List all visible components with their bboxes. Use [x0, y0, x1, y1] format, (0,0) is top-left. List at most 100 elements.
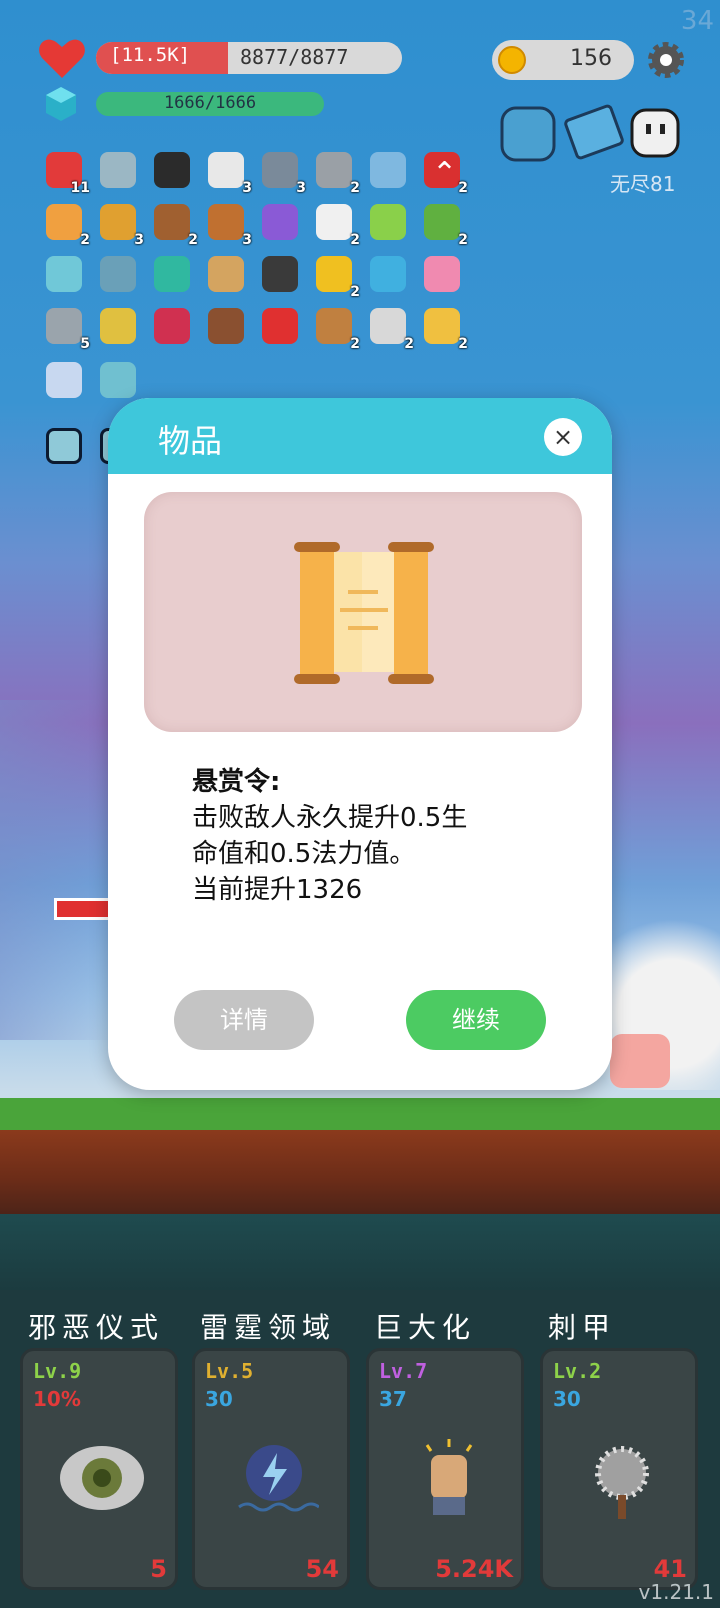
inventory-slot[interactable]: 2	[312, 148, 360, 196]
inventory-slot[interactable]	[42, 252, 86, 296]
scene-background	[0, 700, 120, 1040]
eye-icon	[57, 1433, 147, 1523]
skill-stat: 37	[379, 1387, 407, 1411]
skill-level: Lv.9	[33, 1359, 82, 1383]
item-desc-line: 命值和0.5法力值。	[192, 839, 416, 869]
item-count: 3	[134, 232, 144, 248]
inventory-slot[interactable]	[258, 304, 302, 348]
capsule-icon	[46, 362, 82, 398]
dagger-icon	[262, 152, 298, 188]
continue-button[interactable]: 继续	[406, 990, 546, 1050]
meteor-icon	[370, 308, 406, 344]
inventory-slot[interactable]	[96, 148, 140, 192]
inventory-slot[interactable]	[96, 252, 140, 296]
inventory-slot[interactable]: 2	[312, 304, 360, 352]
item-dialog: 物品 × 悬赏令: 击败敌人永久提升0.5生 命值和0.5法力值。 当前提升13…	[108, 398, 612, 1090]
inventory-slot[interactable]	[96, 304, 140, 348]
inventory-slot[interactable]	[258, 200, 302, 244]
book-icon	[100, 204, 136, 240]
hp-value: 8877/8877	[240, 45, 349, 69]
item-count: 2	[350, 336, 360, 352]
skill-card[interactable]: Lv.7 37 5.24K	[366, 1348, 524, 1590]
item-count: 2	[350, 232, 360, 248]
lightning-gear-icon	[229, 1433, 320, 1523]
knife-icon	[46, 308, 82, 344]
inventory-slot[interactable]: 5	[42, 304, 90, 352]
inventory-slot[interactable]: 2	[312, 200, 360, 248]
inventory-slot[interactable]: 2	[312, 252, 360, 300]
item-count: 2	[350, 284, 360, 300]
sunflower-icon	[316, 256, 352, 292]
wand-icon	[46, 256, 82, 292]
version-label: v1.21.1	[638, 1580, 714, 1604]
jam-jar-icon	[154, 308, 190, 344]
inventory-slot[interactable]	[150, 148, 194, 192]
inventory-slot[interactable]: 2	[420, 304, 468, 352]
bounty-scroll-icon	[294, 542, 434, 684]
inventory-slot[interactable]	[366, 148, 410, 192]
bow-icon	[316, 308, 352, 344]
inventory-slot[interactable]: 3	[204, 148, 252, 196]
inventory-slot[interactable]	[366, 200, 410, 244]
red-potion-icon	[262, 308, 298, 344]
skill-stat: 10%	[33, 1387, 81, 1411]
item-count: 2	[80, 232, 90, 248]
skill-level: Lv.7	[379, 1359, 428, 1383]
inventory-slot[interactable]	[42, 424, 86, 468]
pink-enemy	[610, 1034, 670, 1088]
gear-icon[interactable]	[646, 40, 686, 80]
heart-icon	[39, 39, 85, 78]
inventory-slot[interactable]: 2	[150, 200, 198, 248]
mp-bar: 1666/1666	[96, 92, 324, 116]
item-count: 2	[350, 180, 360, 196]
ice-cream-icon	[424, 256, 460, 292]
paper-scroll-icon	[100, 362, 136, 398]
spiked-mace-icon	[577, 1433, 667, 1523]
gold-value: 156	[570, 46, 612, 71]
inventory-slot[interactable]	[204, 252, 248, 296]
endless-level-label: 无尽81	[610, 172, 676, 196]
inventory-slot[interactable]	[96, 358, 140, 402]
inventory-slot[interactable]: 2	[420, 200, 468, 248]
dialog-title: 物品	[158, 422, 223, 460]
player-hp-bar	[54, 898, 114, 920]
item-count: 3	[296, 180, 306, 196]
inventory-slot[interactable]	[420, 252, 464, 296]
mystery-box-icon	[262, 204, 298, 240]
boss-portraits[interactable]	[500, 104, 686, 164]
skill-card[interactable]: Lv.2 30 41	[540, 1348, 698, 1590]
inventory-slot[interactable]	[204, 304, 248, 348]
flower-icon	[316, 204, 352, 240]
id-card-icon	[370, 152, 406, 188]
inventory-slot[interactable]	[366, 252, 410, 296]
inventory-slot[interactable]	[150, 252, 194, 296]
inventory-slot[interactable]: 3	[204, 200, 252, 248]
inventory-slot[interactable]: 3	[96, 200, 144, 248]
axe-icon	[316, 152, 352, 188]
inventory-slot[interactable]	[42, 358, 86, 402]
item-count: 2	[404, 336, 414, 352]
item-bonus-line: 当前提升1326	[192, 875, 363, 905]
close-button[interactable]: ×	[544, 418, 582, 456]
inventory-slot[interactable]	[150, 304, 194, 348]
skill-level: Lv.2	[553, 1359, 602, 1383]
chat-bubble-icon	[370, 256, 406, 292]
dialog-header: 物品 ×	[108, 398, 612, 474]
hp-bar: [11.5K] 8877/8877	[96, 42, 402, 74]
chevron-up-icon[interactable]: ⌃	[432, 156, 457, 191]
item-count: 11	[70, 180, 90, 196]
inventory-slot[interactable]: 2	[366, 304, 414, 352]
inventory-slot[interactable]: 11	[42, 148, 90, 196]
skill-cost: 41	[653, 1555, 687, 1583]
gold-counter: 156	[492, 40, 634, 80]
skill-card[interactable]: Lv.5 30 54	[192, 1348, 350, 1590]
details-button[interactable]: 详情	[174, 990, 314, 1050]
inventory-slot[interactable]	[258, 252, 302, 296]
inventory-slot[interactable]: 3	[258, 148, 306, 196]
skill-name: 刺甲	[548, 1311, 617, 1344]
item-count: 2	[458, 180, 468, 196]
skill-card[interactable]: Lv.9 10% 5	[20, 1348, 178, 1590]
hp-shield-value: [11.5K]	[110, 44, 191, 66]
inventory-slot[interactable]: 2	[42, 200, 90, 248]
ground-dirt	[0, 1130, 720, 1214]
